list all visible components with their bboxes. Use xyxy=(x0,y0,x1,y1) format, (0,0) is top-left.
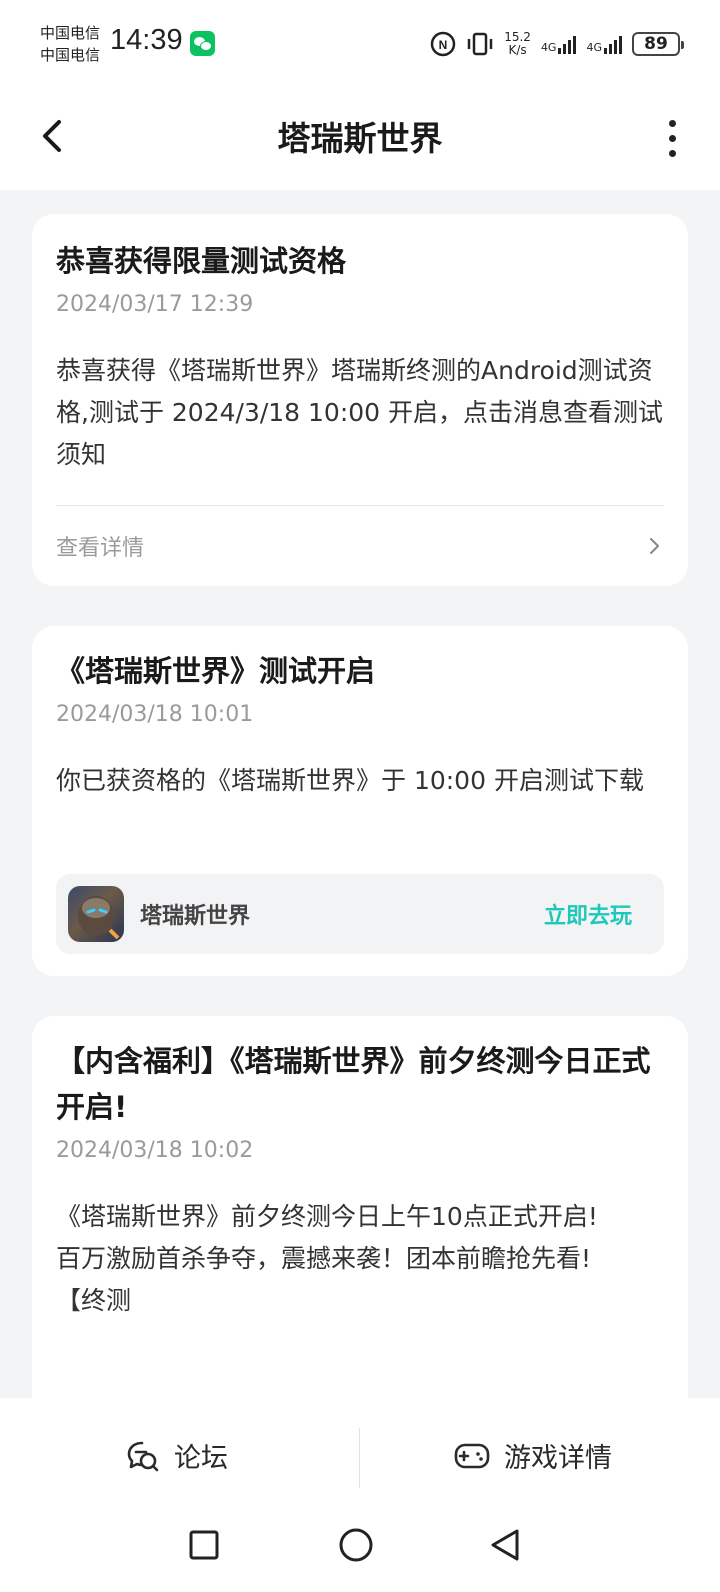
status-bar: 中国电信 中国电信 14:39 N 15.2 K/s 4G 4G 89 xyxy=(0,0,720,86)
card-date: 2024/03/18 10:01 xyxy=(56,702,254,727)
nfc-icon: N xyxy=(430,31,456,57)
game-entry[interactable]: 塔瑞斯世界 立即去玩 xyxy=(56,874,664,954)
svg-text:N: N xyxy=(439,38,448,52)
bottom-bar-divider xyxy=(359,1428,360,1488)
card-title: 《塔瑞斯世界》测试开启 xyxy=(56,654,376,688)
vibrate-icon xyxy=(467,32,493,56)
game-details-label: 游戏详情 xyxy=(504,1443,612,1474)
divider xyxy=(56,505,664,506)
forum-icon xyxy=(127,1441,159,1471)
card-title: 恭喜获得限量测试资格 xyxy=(56,244,347,278)
clock: 14:39 xyxy=(110,24,183,56)
signal-bars-icon xyxy=(604,34,622,54)
gamepad-icon xyxy=(454,1443,490,1468)
view-details-link[interactable]: 查看详情 xyxy=(56,526,664,566)
card-body: 你已获资格的《塔瑞斯世界》于 10:00 开启测试下载 xyxy=(56,766,644,795)
game-details-button[interactable]: 游戏详情 xyxy=(454,1398,612,1513)
system-nav-bar xyxy=(0,1513,720,1592)
body-line: 百万激励首杀争夺，震撼来袭！团本前瞻抢先看! xyxy=(56,1244,592,1273)
game-name: 塔瑞斯世界 xyxy=(140,904,251,929)
net-type-1: 4G xyxy=(540,41,557,54)
message-card[interactable]: 恭喜获得限量测试资格 2024/03/17 12:39 恭喜获得《塔瑞斯世界》塔… xyxy=(32,214,688,586)
card-body: 恭喜获得《塔瑞斯世界》塔瑞斯终测的Android测试资格,测试于 2024/3/… xyxy=(56,356,664,469)
body-line: 《塔瑞斯世界》前夕终测今日上午10点正式开启! xyxy=(56,1202,598,1231)
back-nav-icon[interactable] xyxy=(488,1527,522,1563)
wechat-icon xyxy=(190,31,215,56)
status-icons: N 15.2 K/s 4G 4G 89 xyxy=(430,26,684,62)
home-icon[interactable] xyxy=(338,1527,374,1563)
game-art-icon xyxy=(78,896,120,940)
battery-level: 89 xyxy=(644,34,668,54)
carrier-1: 中国电信 xyxy=(40,24,101,42)
card-body: 《塔瑞斯世界》前夕终测今日上午10点正式开启! 百万激励首杀争夺，震撼来袭！团本… xyxy=(56,1196,664,1322)
more-icon[interactable] xyxy=(664,116,680,157)
view-details-label: 查看详情 xyxy=(56,536,145,561)
forum-label: 论坛 xyxy=(174,1443,228,1474)
app-header: 塔瑞斯世界 xyxy=(0,86,720,190)
bottom-action-bar: 论坛 游戏详情 xyxy=(0,1398,720,1513)
battery-icon: 89 xyxy=(632,32,684,56)
carrier-info: 中国电信 中国电信 xyxy=(40,22,100,66)
signal-2: 4G xyxy=(586,34,622,54)
forum-button[interactable]: 论坛 xyxy=(126,1398,228,1513)
recent-apps-icon[interactable] xyxy=(188,1529,220,1561)
card-title: 【内含福利】《塔瑞斯世界》前夕终测今日正式开启! xyxy=(56,1044,651,1124)
carrier-2: 中国电信 xyxy=(40,46,101,64)
network-speed: 15.2 K/s xyxy=(504,31,531,57)
chevron-right-icon xyxy=(650,538,659,554)
speed-unit: K/s xyxy=(508,43,527,57)
message-card[interactable]: 《塔瑞斯世界》测试开启 2024/03/18 10:01 你已获资格的《塔瑞斯世… xyxy=(32,626,688,976)
message-card[interactable]: 【内含福利】《塔瑞斯世界》前夕终测今日正式开启! 2024/03/18 10:0… xyxy=(32,1016,688,1436)
signal-bars-icon xyxy=(558,34,577,54)
game-icon xyxy=(68,886,124,942)
body-line: 【终测 xyxy=(56,1286,132,1315)
card-date: 2024/03/18 10:02 xyxy=(56,1138,254,1163)
play-now-button[interactable]: 立即去玩 xyxy=(544,898,632,930)
signal-1: 4G xyxy=(541,34,577,54)
net-type-2: 4G xyxy=(586,41,602,54)
card-date: 2024/03/17 12:39 xyxy=(56,292,254,317)
page-title: 塔瑞斯世界 xyxy=(277,119,443,158)
